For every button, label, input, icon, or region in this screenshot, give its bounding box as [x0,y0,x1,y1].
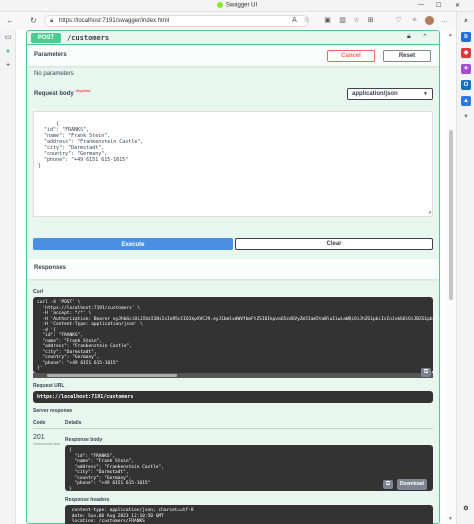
swagger-tab-icon[interactable]: ● [4,48,12,56]
edge-sidebar: ⌕ b ◆ ✦ O ▲ + ⚙ [456,12,474,524]
response-headers-label: Response headers [65,497,110,503]
collections-icon[interactable]: ⊞ [366,16,375,25]
address-url: https://localhost:7191/swagger/index.htm… [59,18,170,24]
header-divider [33,428,433,429]
address-bar-row: ← ↻ 🔒︎ https://localhost:7191/swagger/in… [0,12,474,30]
swagger-page: POST /customers 🔒︎ ⌃ Parameters Cancel R… [16,30,446,524]
favorites-icon[interactable]: ☆ [352,16,361,25]
copy-response-icon[interactable]: ⧉ [383,480,393,489]
chevron-up-icon[interactable]: ⌃ [422,33,428,41]
tab-actions-icon[interactable]: ▭ [4,34,12,42]
reset-button[interactable]: Reset [383,50,431,62]
responses-header: Responses [27,259,439,279]
lock-icon: 🔒︎ [50,18,54,24]
required-marker: required [75,88,91,93]
outlook-icon[interactable]: O [461,80,471,90]
back-button[interactable]: ← [6,16,14,25]
details-column-header: Details [65,420,82,426]
response-headers-text: content-type: application/json; charset=… [71,508,194,524]
clear-button[interactable]: Clear [235,238,433,250]
resize-handle-icon[interactable]: ◢ [428,209,431,215]
response-status-note: Undocumented [33,441,61,446]
response-body-block[interactable]: { "id": "FRANKS", "name": "Frank Stein",… [65,445,433,492]
window-title: Swagger UI [0,2,474,9]
request-body-textarea[interactable]: { "id": "FRANKS", "name": "Frank Stein",… [33,111,433,217]
cancel-button[interactable]: Cancel [327,50,375,62]
content-type-select[interactable]: application/json ▼ [347,88,433,100]
extensions-puzzle-icon[interactable]: ✧ [410,16,419,25]
scroll-down-icon[interactable]: ▼ [448,516,453,522]
responses-heading: Responses [34,265,67,271]
office-icon[interactable]: ▲ [461,96,471,106]
profile-avatar[interactable] [425,16,434,25]
method-badge: POST [31,33,61,43]
request-url-label: Request URL [33,383,65,389]
response-headers-block[interactable]: content-type: application/json; charset=… [65,505,433,524]
parameters-header: Parameters Cancel Reset [27,46,439,66]
response-body-label: Response body [65,437,103,443]
curl-horizontal-scrollbar[interactable] [33,373,433,378]
extension-icon[interactable]: ▣ [323,16,332,25]
more-menu-button[interactable]: … [440,16,449,25]
copy-curl-icon[interactable]: ⧉ [421,368,431,377]
code-column-header: Code [33,420,46,426]
request-body-label: Request bodyrequired [34,88,91,97]
vertical-tabs-bar: ▭ ● + [0,30,16,524]
operation-summary[interactable]: POST /customers 🔒︎ ⌃ [27,31,439,45]
minimize-button[interactable]: — [418,2,424,8]
curl-label: Curl [33,289,43,295]
chevron-down-icon: ▼ [423,91,428,97]
read-aloud-icon[interactable]: A [290,16,299,25]
split-screen-icon[interactable]: ▥ [338,16,347,25]
page-scrollbar[interactable]: ▲ ▼ [446,30,456,524]
parameters-heading: Parameters [34,52,67,58]
close-window-button[interactable]: ✕ [455,2,460,9]
favorite-star-icon[interactable]: ☆ [302,16,311,25]
request-url-value: https://localhost:7191/customers [37,394,134,400]
download-button[interactable]: Download [397,479,427,490]
curl-scroll-thumb[interactable] [47,374,177,377]
execute-button[interactable]: Execute [33,238,233,250]
refresh-button[interactable]: ↻ [30,16,37,25]
curl-code-block[interactable]: curl -X 'POST' \ 'https://localhost:7191… [33,297,433,373]
response-status-code: 201 [33,434,45,441]
curl-command: curl -X 'POST' \ 'https://localhost:7191… [37,300,433,371]
window-titlebar: Swagger UI — ☐ ✕ [0,0,474,12]
new-tab-icon[interactable]: + [4,62,12,70]
copilot-icon[interactable]: b [461,32,471,42]
maximize-button[interactable]: ☐ [436,2,441,9]
no-parameters-text: No parameters [34,71,74,77]
server-response-label: Server response [33,408,73,414]
search-icon[interactable]: ⌕ [461,16,471,26]
operation-path: /customers [67,34,110,42]
sidebar-settings-icon[interactable]: ⚙ [461,504,471,514]
shopping-icon[interactable]: ◆ [461,48,471,58]
operation-block-post-customers: POST /customers 🔒︎ ⌃ Parameters Cancel R… [26,30,440,524]
tools-icon[interactable]: ✦ [461,64,471,74]
browser-essentials-icon[interactable]: ♡ [394,16,403,25]
response-body-json: { "id": "FRANKS", "name": "Frank Stein",… [69,448,164,492]
scroll-thumb[interactable] [449,130,453,300]
request-url-box: https://localhost:7191/customers [33,391,433,403]
scroll-up-icon[interactable]: ▲ [448,32,453,38]
address-input[interactable]: 🔒︎ https://localhost:7191/swagger/index.… [44,15,309,27]
add-sidebar-app-icon[interactable]: + [461,112,471,122]
swagger-favicon-icon [216,2,223,8]
authorization-lock-icon[interactable]: 🔒︎ [407,33,411,41]
